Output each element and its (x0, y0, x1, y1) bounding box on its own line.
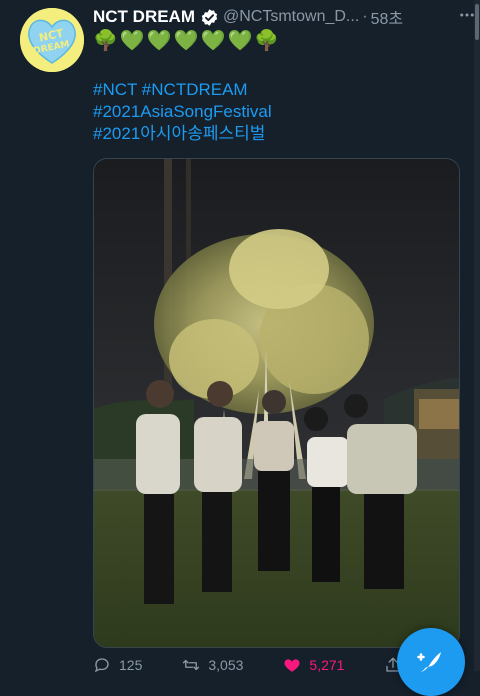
retweet-button[interactable]: 3,053 (182, 656, 243, 674)
avatar[interactable]: NCT DREAM (20, 8, 84, 72)
compose-tweet-icon (417, 652, 441, 672)
nct-dream-logo: NCT DREAM (20, 8, 84, 72)
handle[interactable]: @NCTsmtown_D... (223, 8, 359, 26)
scrollbar[interactable] (474, 0, 480, 671)
tweet[interactable]: NCT DREAM NCT DREAM @NCTsmtown_D... · 58… (0, 0, 480, 696)
display-name[interactable]: NCT DREAM (93, 7, 195, 27)
group-photo-image (94, 159, 459, 647)
reply-button[interactable]: 125 (93, 656, 142, 674)
tweet-actions: 125 3,053 5,271 (93, 655, 442, 675)
timestamp[interactable]: 58초 (371, 5, 404, 29)
tweet-header: NCT DREAM @NCTsmtown_D... · 58초 (93, 6, 403, 28)
verified-badge-icon (200, 8, 219, 27)
tweet-photo[interactable] (93, 158, 460, 648)
hashtag-line[interactable]: #2021AsiaSongFestival (93, 101, 272, 123)
separator: · (362, 8, 368, 25)
heart-icon (284, 659, 300, 672)
tweet-emoji-text: 🌳💚💚💚💚💚🌳 (93, 30, 282, 52)
reply-icon (94, 658, 109, 673)
scrollbar-thumb[interactable] (475, 4, 479, 40)
tweet-hashtags: #NCT #NCTDREAM #2021AsiaSongFestival #20… (93, 79, 272, 145)
hashtag-line[interactable]: #NCT #NCTDREAM (93, 79, 272, 101)
hashtag-line[interactable]: #2021아시아송페스티벌 (93, 123, 272, 145)
like-button[interactable]: 5,271 (283, 656, 344, 674)
compose-tweet-button[interactable] (397, 628, 465, 696)
retweet-icon (183, 659, 200, 671)
